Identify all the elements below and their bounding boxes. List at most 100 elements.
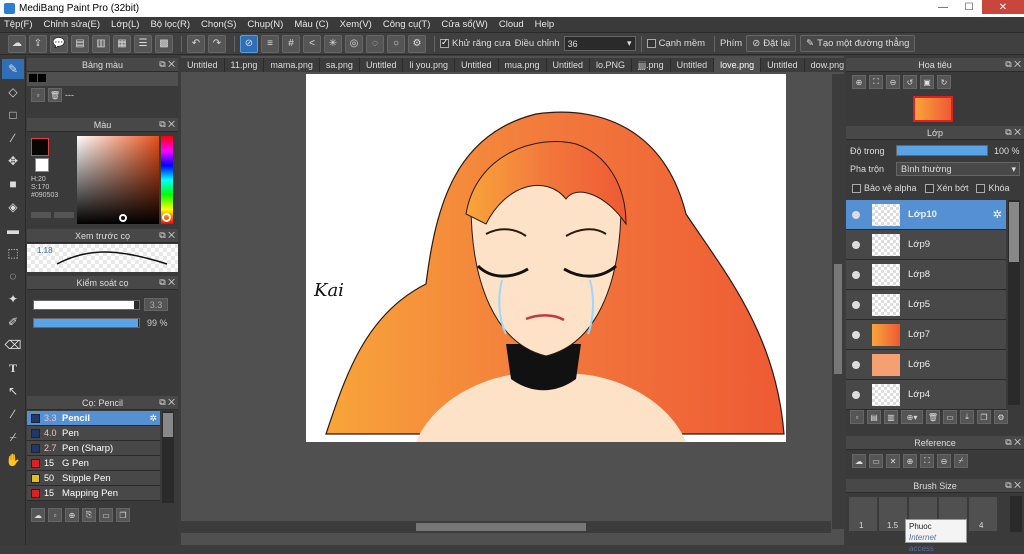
panel-controls-icon[interactable]: ⧉ ✕: [1005, 59, 1021, 70]
tab-li-you-png[interactable]: li you.png: [403, 58, 455, 72]
menu-color[interactable]: Màu (C): [294, 19, 328, 30]
canvas-horizontal-scrollbar[interactable]: [181, 521, 831, 533]
menu-snap[interactable]: Chụp(N): [247, 19, 283, 30]
curve-snap-icon[interactable]: ◌: [366, 34, 384, 53]
bucket-tool-icon[interactable]: ◈: [2, 197, 24, 217]
fill-rect-tool-icon[interactable]: ■: [2, 174, 24, 194]
hand-tool-icon[interactable]: ✋: [2, 450, 24, 470]
layer-row[interactable]: Lớp5: [846, 290, 1006, 320]
drawing-canvas[interactable]: Kai: [306, 74, 786, 442]
menu-window[interactable]: Cửa sổ(W): [441, 19, 487, 30]
menu-filter[interactable]: Bộ lọc(R): [150, 19, 190, 30]
panel-controls-icon[interactable]: ⧉ ✕: [159, 277, 175, 288]
palette-swatch[interactable]: [29, 74, 37, 82]
gear-icon[interactable]: ✲: [149, 413, 157, 424]
rotate-right-icon[interactable]: ↻: [937, 75, 951, 89]
select-tool-icon[interactable]: ⬚: [2, 243, 24, 263]
shape-tool-icon[interactable]: □: [2, 105, 24, 125]
brush-item-pencil[interactable]: 3.3 Pencil ✲: [27, 411, 160, 426]
menu-help[interactable]: Help: [535, 19, 555, 30]
duplicate-layer-icon[interactable]: ❐: [977, 410, 991, 424]
picker-cursor[interactable]: [119, 214, 127, 222]
brush-size-slider[interactable]: [33, 300, 140, 310]
trash-icon[interactable]: 🗑: [48, 88, 62, 102]
close-icon[interactable]: ✕: [886, 454, 900, 468]
tab-mua-png[interactable]: mua.png: [499, 58, 547, 72]
folder-icon[interactable]: ▭: [943, 410, 957, 424]
brush-size-scrollbar[interactable]: [1010, 496, 1022, 532]
visibility-eye-icon[interactable]: [852, 360, 860, 369]
zoom-out-icon[interactable]: ⊖: [937, 454, 951, 468]
brush-size-value[interactable]: 3.3: [144, 298, 168, 311]
saturation-value-picker[interactable]: [77, 136, 159, 224]
concentric-snap-icon[interactable]: ◎: [345, 34, 363, 53]
tab-lo-png[interactable]: lo.PNG: [590, 58, 633, 72]
reset-button[interactable]: ⊘ Đặt lại: [746, 35, 797, 52]
lock-checkbox[interactable]: [976, 183, 986, 193]
layer-settings-icon[interactable]: ⚙: [994, 410, 1008, 424]
visibility-eye-icon[interactable]: [852, 270, 860, 279]
parallel-snap-icon[interactable]: ≡: [261, 34, 279, 53]
scrollbar-thumb[interactable]: [163, 413, 173, 437]
blend-mode-select[interactable]: Bình thường ▾: [896, 162, 1020, 176]
layer-row[interactable]: Lớp6: [846, 350, 1006, 380]
lasso-tool-icon[interactable]: ◌: [2, 266, 24, 286]
scrollbar-thumb[interactable]: [1009, 202, 1019, 262]
rotate-left-icon[interactable]: ↺: [903, 75, 917, 89]
dot-tool-icon[interactable]: ∕: [2, 128, 24, 148]
gradient-tool-icon[interactable]: ▬: [2, 220, 24, 240]
move-tool-icon[interactable]: ✥: [2, 151, 24, 171]
share-icon[interactable]: ⇪: [29, 34, 47, 53]
snap-off-icon[interactable]: ⊘: [240, 34, 258, 53]
cross-snap-icon[interactable]: #: [282, 34, 300, 53]
brush-item-stipple-pen[interactable]: 50 Stipple Pen: [27, 471, 160, 486]
cloud-icon[interactable]: ☁: [8, 34, 26, 53]
brush-size-cell[interactable]: 1.5: [878, 496, 908, 532]
tab-jjjj-png[interactable]: jjjj.png: [632, 58, 671, 72]
add-layer-menu-icon[interactable]: ⊕▾: [901, 410, 923, 424]
brush-item-mapping-pen[interactable]: 15 Mapping Pen: [27, 486, 160, 501]
undo-icon[interactable]: ↶: [187, 34, 205, 53]
visibility-eye-icon[interactable]: [852, 300, 860, 309]
visibility-eye-icon[interactable]: [852, 330, 860, 339]
correction-select[interactable]: 36 ▾: [563, 36, 636, 51]
comment-icon[interactable]: 💬: [50, 34, 68, 53]
panel-controls-icon[interactable]: ⧉ ✕: [159, 119, 175, 130]
close-button[interactable]: ✕: [982, 0, 1024, 14]
visibility-eye-icon[interactable]: [852, 210, 860, 219]
zoom-fit-icon[interactable]: ⛶: [920, 454, 934, 468]
menu-tools[interactable]: Công cụ(T): [383, 19, 431, 30]
cloud-download-icon[interactable]: ☁: [31, 508, 45, 522]
tab-mama-png[interactable]: mama.png: [264, 58, 320, 72]
panel-controls-icon[interactable]: ⧉ ✕: [1005, 480, 1021, 491]
redo-icon[interactable]: ↷: [208, 34, 226, 53]
document-icon[interactable]: ▥: [92, 34, 110, 53]
palette-swatch[interactable]: [38, 74, 46, 82]
tab-untitled[interactable]: Untitled: [761, 58, 805, 72]
minimize-button[interactable]: —: [930, 0, 956, 14]
menu-cloud[interactable]: Cloud: [499, 19, 524, 30]
folder-icon[interactable]: ▭: [99, 508, 113, 522]
tab-untitled[interactable]: Untitled: [360, 58, 404, 72]
tab-11-png[interactable]: 11.png: [225, 58, 265, 72]
trash-icon[interactable]: 🗑: [926, 410, 940, 424]
vanish-snap-icon[interactable]: <: [303, 34, 321, 53]
color-mode-buttons[interactable]: [31, 212, 75, 218]
grid-icon[interactable]: ▩: [155, 34, 173, 53]
layer-opacity-slider[interactable]: [896, 145, 988, 156]
menu-edit[interactable]: Chỉnh sửa(E): [44, 19, 101, 30]
brush-item-pen-sharp[interactable]: 2.7 Pen (Sharp): [27, 441, 160, 456]
tab-untitled[interactable]: Untitled: [547, 58, 591, 72]
menu-view[interactable]: Xem(V): [340, 19, 372, 30]
tab-untitled[interactable]: Untitled: [671, 58, 715, 72]
eyedropper-icon[interactable]: ⌿: [954, 454, 968, 468]
layer-row[interactable]: Lớp8: [846, 260, 1006, 290]
tab-dow-png[interactable]: dow.png: [805, 58, 852, 72]
panel-controls-icon[interactable]: ⧉ ✕: [159, 230, 175, 241]
layer-row[interactable]: Lớp9: [846, 230, 1006, 260]
new-layer-icon[interactable]: ▫: [850, 410, 864, 424]
layer-scrollbar[interactable]: [1008, 200, 1020, 405]
opacity-slider[interactable]: [33, 318, 140, 328]
snap-settings-icon[interactable]: ⚙: [408, 34, 426, 53]
select-eraser-tool-icon[interactable]: ⌫: [2, 335, 24, 355]
